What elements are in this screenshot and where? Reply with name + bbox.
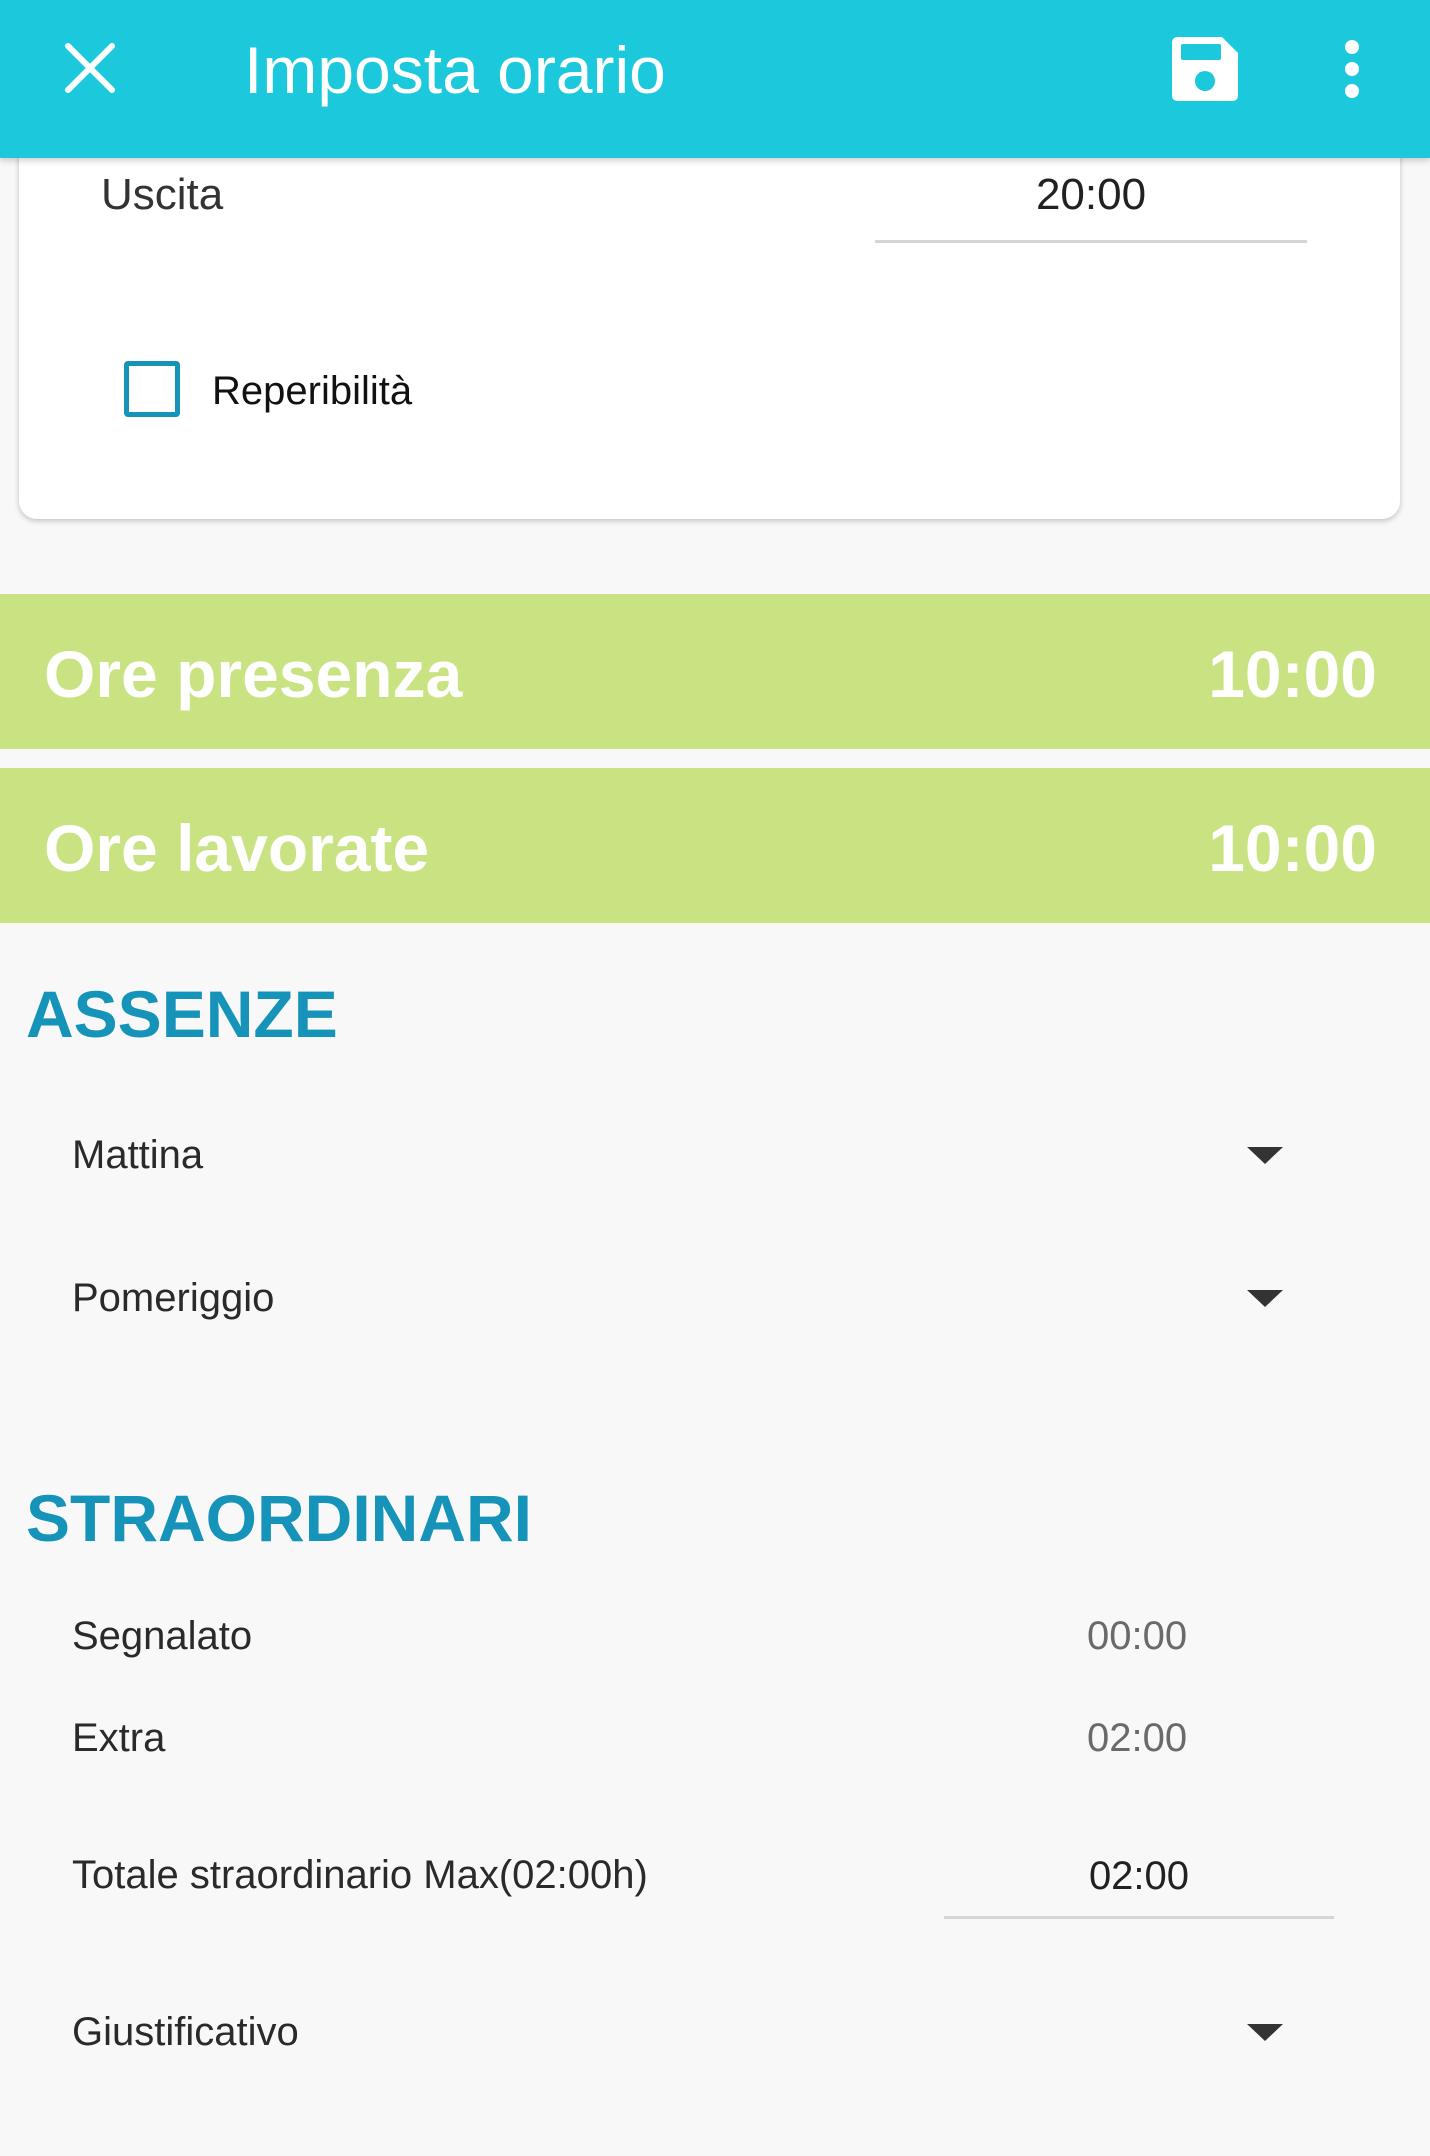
ore-presenza-bar: Ore presenza 10:00 bbox=[0, 594, 1430, 749]
extra-value: 02:00 bbox=[1087, 1716, 1188, 1760]
app-bar: Imposta orario bbox=[0, 0, 1430, 158]
close-icon bbox=[65, 43, 115, 93]
mattina-dropdown-arrow-icon[interactable] bbox=[1247, 1147, 1283, 1164]
ore-lavorate-bar: Ore lavorate 10:00 bbox=[0, 768, 1430, 923]
ore-presenza-label: Ore presenza bbox=[44, 637, 463, 711]
ore-lavorate-value: 10:00 bbox=[1208, 811, 1377, 885]
mattina-dropdown[interactable] bbox=[40, 1110, 1340, 1200]
uscita-label: Uscita bbox=[101, 170, 224, 219]
save-icon bbox=[1172, 37, 1238, 101]
save-button[interactable] bbox=[1160, 24, 1250, 114]
totale-straordinario-field[interactable]: 02:00 bbox=[944, 1840, 1334, 1919]
reperibilita-checkbox[interactable] bbox=[124, 361, 180, 417]
page-title: Imposta orario bbox=[244, 33, 666, 107]
more-options-button[interactable] bbox=[1312, 24, 1392, 114]
ore-lavorate-label: Ore lavorate bbox=[44, 811, 430, 885]
reperibilita-label[interactable]: Reperibilità bbox=[212, 363, 412, 419]
pomeriggio-label: Pomeriggio bbox=[72, 1276, 275, 1320]
ore-presenza-value: 10:00 bbox=[1208, 637, 1377, 711]
giustificativo-label: Giustificativo bbox=[72, 2010, 299, 2054]
segnalato-value: 00:00 bbox=[1087, 1614, 1188, 1658]
assenze-title: ASSENZE bbox=[26, 977, 338, 1051]
close-button[interactable] bbox=[48, 26, 132, 110]
giustificativo-dropdown-arrow-icon[interactable] bbox=[1247, 2024, 1283, 2041]
totale-straordinario-label: Totale straordinario Max(02:00h) bbox=[72, 1853, 648, 1897]
pomeriggio-dropdown-arrow-icon[interactable] bbox=[1247, 1290, 1283, 1307]
segnalato-label: Segnalato bbox=[72, 1614, 253, 1658]
straordinari-title: STRAORDINARI bbox=[26, 1481, 532, 1555]
uscita-time-field[interactable]: 20:00 bbox=[875, 160, 1307, 243]
mattina-label: Mattina bbox=[72, 1133, 204, 1177]
extra-label: Extra bbox=[72, 1716, 166, 1760]
more-vert-icon bbox=[1345, 40, 1359, 98]
